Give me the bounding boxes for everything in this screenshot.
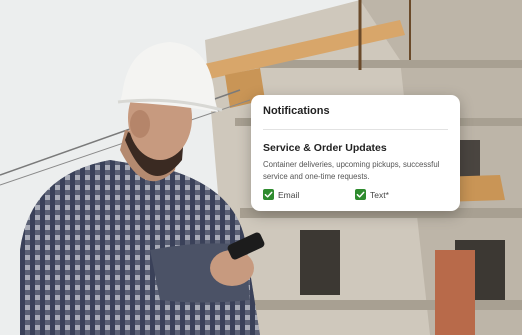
notifications-title: Notifications xyxy=(263,105,330,117)
notifications-card: Notifications Service & Order Updates Co… xyxy=(251,95,460,211)
hero-scene: Notifications Service & Order Updates Co… xyxy=(0,0,522,335)
email-option[interactable]: Email xyxy=(263,189,299,200)
card-divider xyxy=(263,129,448,130)
check-icon xyxy=(264,191,273,198)
email-label: Email xyxy=(278,189,300,200)
section-title: Service & Order Updates xyxy=(263,142,387,154)
check-icon xyxy=(356,191,365,198)
section-description: Container deliveries, upcoming pickups, … xyxy=(263,160,440,181)
text-label: Text* xyxy=(370,189,389,200)
text-checkbox[interactable] xyxy=(355,189,366,200)
email-checkbox[interactable] xyxy=(263,189,274,200)
text-option[interactable]: Text* xyxy=(355,189,389,200)
